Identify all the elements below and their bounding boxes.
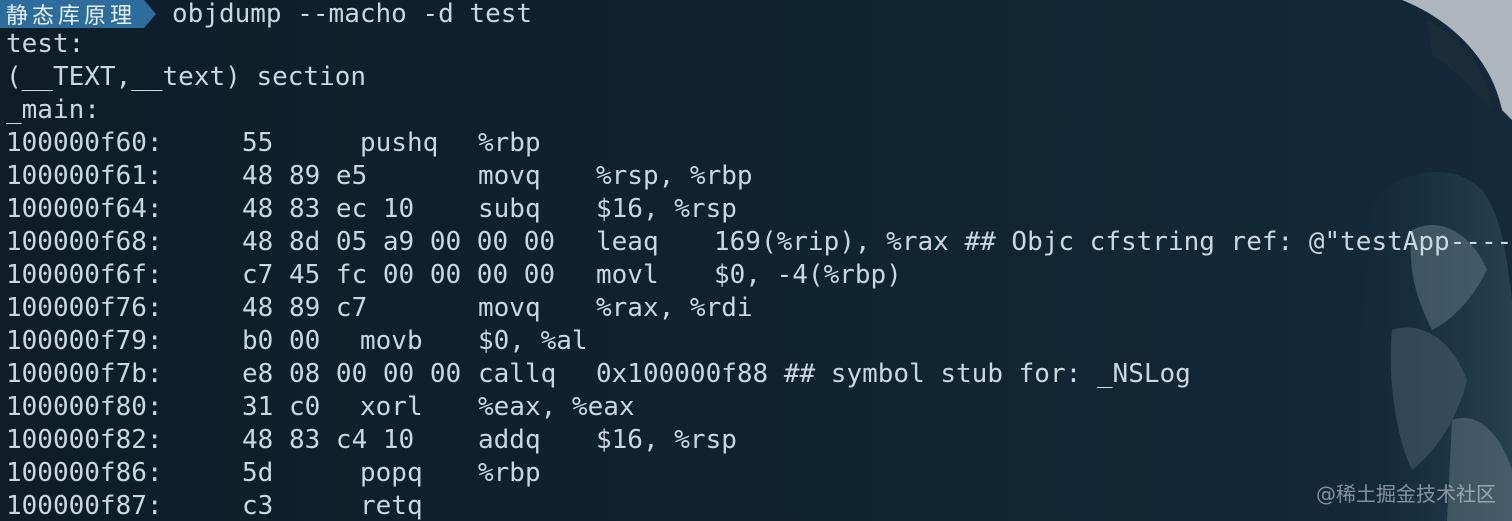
instruction-mnemonic: movq	[478, 161, 541, 191]
instruction-address: 100000f87:	[6, 491, 163, 521]
instruction-bytes: c3	[242, 491, 274, 521]
instruction-address: 100000f61:	[6, 161, 163, 191]
instruction-mnemonic: popq	[360, 458, 423, 488]
instruction-mnemonic: addq	[478, 425, 541, 455]
instruction-mnemonic: movb	[360, 326, 423, 356]
prompt-command[interactable]: objdump --macho -d test	[172, 0, 532, 29]
instruction-bytes: 55	[242, 128, 274, 158]
output-header-file: test:	[6, 29, 85, 59]
instruction-mnemonic: subq	[478, 194, 541, 224]
instruction-mnemonic: leaq	[596, 227, 659, 257]
instruction-address: 100000f80:	[6, 392, 163, 422]
instruction-bytes: 48 83 ec 10	[242, 194, 415, 224]
instruction-operands: %rax, %rdi	[596, 293, 753, 323]
instruction-bytes: 48 89 c7	[242, 293, 368, 323]
terminal-window[interactable]: 静态库原理 objdump --macho -d test test: (__T…	[0, 0, 1512, 521]
instruction-operands: %rbp	[478, 458, 541, 488]
prompt-directory-label: 静态库原理	[0, 0, 145, 29]
instruction-operands: $0, -4(%rbp)	[714, 260, 902, 290]
instruction-operands: $16, %rsp	[596, 194, 737, 224]
instruction-bytes: e8 08 00 00 00	[242, 359, 462, 389]
instruction-bytes: 48 8d 05 a9 00 00 00	[242, 227, 556, 257]
instruction-address: 100000f60:	[6, 128, 163, 158]
output-header-symbol: _main:	[6, 95, 100, 125]
instruction-address: 100000f6f:	[6, 260, 163, 290]
instruction-mnemonic: callq	[478, 359, 557, 389]
prompt-arrow-icon	[144, 0, 157, 28]
prompt-line: 静态库原理 objdump --macho -d test	[0, 0, 532, 29]
instruction-operands: %eax, %eax	[478, 392, 635, 422]
watermark: @稀土掘金技术社区	[1316, 482, 1496, 506]
output-header-section: (__TEXT,__text) section	[6, 62, 367, 92]
instruction-operands: %rbp	[478, 128, 541, 158]
instruction-operands: %rsp, %rbp	[596, 161, 753, 191]
instruction-bytes: 48 83 c4 10	[242, 425, 415, 455]
instruction-address: 100000f79:	[6, 326, 163, 356]
instruction-address: 100000f86:	[6, 458, 163, 488]
instruction-address: 100000f68:	[6, 227, 163, 257]
instruction-address: 100000f64:	[6, 194, 163, 224]
instruction-bytes: c7 45 fc 00 00 00 00	[242, 260, 556, 290]
instruction-operands: 169(%rip), %rax ## Objc cfstring ref: @"…	[714, 227, 1512, 257]
instruction-address: 100000f7b:	[6, 359, 163, 389]
instruction-bytes: b0 00	[242, 326, 321, 356]
instruction-mnemonic: retq	[360, 491, 423, 521]
instruction-bytes: 31 c0	[242, 392, 321, 422]
instruction-address: 100000f82:	[6, 425, 163, 455]
background-character-art	[1342, 0, 1512, 521]
instruction-address: 100000f76:	[6, 293, 163, 323]
instruction-mnemonic: xorl	[360, 392, 423, 422]
instruction-operands: $16, %rsp	[596, 425, 737, 455]
instruction-mnemonic: movq	[478, 293, 541, 323]
instruction-mnemonic: movl	[596, 260, 659, 290]
instruction-operands: $0, %al	[478, 326, 588, 356]
instruction-operands: 0x100000f88 ## symbol stub for: _NSLog	[596, 359, 1191, 389]
instruction-mnemonic: pushq	[360, 128, 439, 158]
instruction-bytes: 5d	[242, 458, 274, 488]
instruction-bytes: 48 89 e5	[242, 161, 368, 191]
